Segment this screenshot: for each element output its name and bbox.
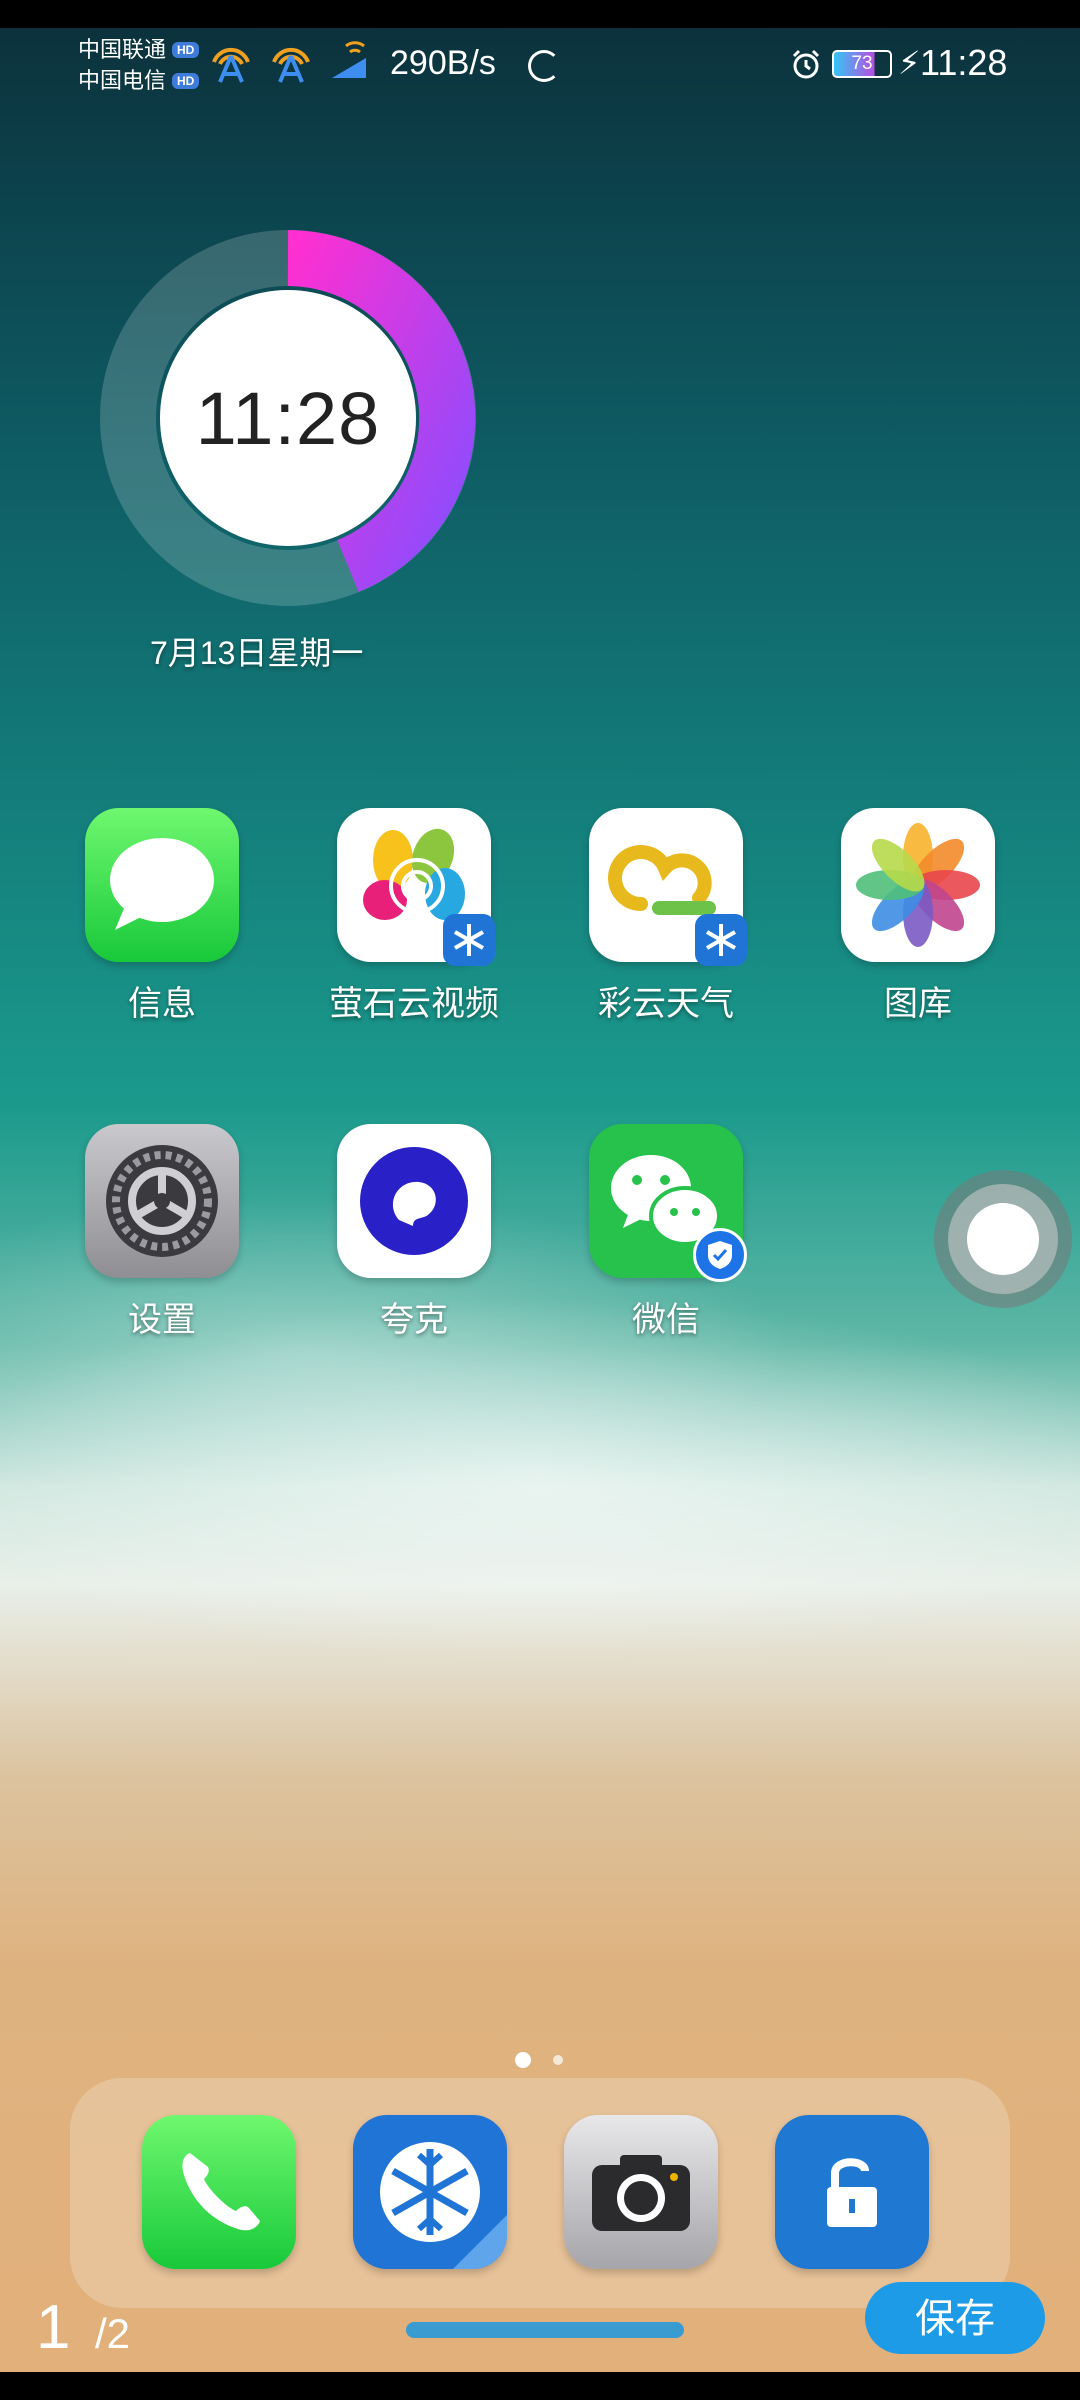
status-bar: 中国联通 HD 中国电信 HD 290B/s 73 ⚡ 11:28 xyxy=(0,28,1080,108)
network-speed: 290B/s xyxy=(390,44,496,82)
camera-icon[interactable] xyxy=(564,2115,718,2269)
app-settings[interactable]: 设置 xyxy=(62,1124,262,1341)
save-button[interactable]: 保存 xyxy=(865,2282,1045,2354)
assistive-touch-button[interactable] xyxy=(934,1170,1072,1308)
wifi-router-icon xyxy=(332,41,366,78)
phone-icon[interactable] xyxy=(142,2115,296,2269)
loading-icon xyxy=(528,50,560,82)
app-caiyun-weather[interactable]: 彩云天气 xyxy=(566,808,766,1025)
page-count: 1 xyxy=(36,2293,71,2362)
widget-time: 11:28 xyxy=(195,376,381,460)
settings-gear-icon xyxy=(85,1124,239,1278)
battery-indicator: 73 xyxy=(832,50,892,78)
bottom-black-bar xyxy=(0,2372,1080,2400)
home-indicator[interactable] xyxy=(406,2322,684,2338)
caiyun-weather-icon xyxy=(589,808,747,966)
page-total: /2 xyxy=(95,2310,131,2357)
app-wechat[interactable]: 微信 xyxy=(566,1124,766,1341)
app-label: 设置 xyxy=(128,1301,196,1339)
signal-icon xyxy=(212,47,250,83)
snowflake-app-icon[interactable] xyxy=(353,2115,507,2269)
carrier-info: 中国联通 HD 中国电信 HD xyxy=(78,34,200,96)
widget-date: 7月13日星期一 xyxy=(150,635,364,671)
app-quark[interactable]: 夸克 xyxy=(314,1124,514,1341)
carrier1-label: 中国联通 xyxy=(78,37,167,62)
clock-widget[interactable]: 11:28 xyxy=(100,230,476,606)
messages-icon xyxy=(85,808,239,962)
app-label: 微信 xyxy=(632,1301,700,1339)
hd-badge: HD xyxy=(172,41,200,58)
app-label: 信息 xyxy=(128,985,196,1023)
signal-icon xyxy=(272,47,310,83)
photos-icon xyxy=(841,808,995,962)
alarm-icon xyxy=(792,49,820,79)
quark-icon xyxy=(337,1124,491,1278)
app-label: 萤石云视频 xyxy=(329,985,499,1023)
app-messages[interactable]: 信息 xyxy=(62,808,262,1025)
lock-app-icon[interactable] xyxy=(775,2115,929,2269)
app-ezviz[interactable]: 萤石云视频 xyxy=(314,808,514,1025)
app-label: 彩云天气 xyxy=(598,985,734,1023)
snowflake-badge-icon xyxy=(443,914,495,966)
assistive-touch-center xyxy=(967,1203,1039,1275)
top-black-bar xyxy=(0,0,1080,28)
shield-check-icon xyxy=(693,1228,747,1282)
app-label: 夸克 xyxy=(380,1301,448,1339)
carrier2-label: 中国电信 xyxy=(78,68,167,93)
home-screen: 中国联通 HD 中国电信 HD 290B/s 73 ⚡ 11:28 11:28 … xyxy=(0,0,1080,2400)
wechat-icon xyxy=(589,1124,747,1282)
page-dot xyxy=(553,2055,563,2065)
snowflake-badge-icon xyxy=(695,914,747,966)
ezviz-icon xyxy=(337,808,495,966)
hd-badge: HD xyxy=(172,72,200,89)
page-dot-active xyxy=(515,2052,531,2068)
charging-icon: ⚡ xyxy=(898,45,921,81)
app-label: 图库 xyxy=(884,985,952,1023)
app-photos[interactable]: 图库 xyxy=(818,808,1018,1025)
status-time: 11:28 xyxy=(920,42,1008,83)
